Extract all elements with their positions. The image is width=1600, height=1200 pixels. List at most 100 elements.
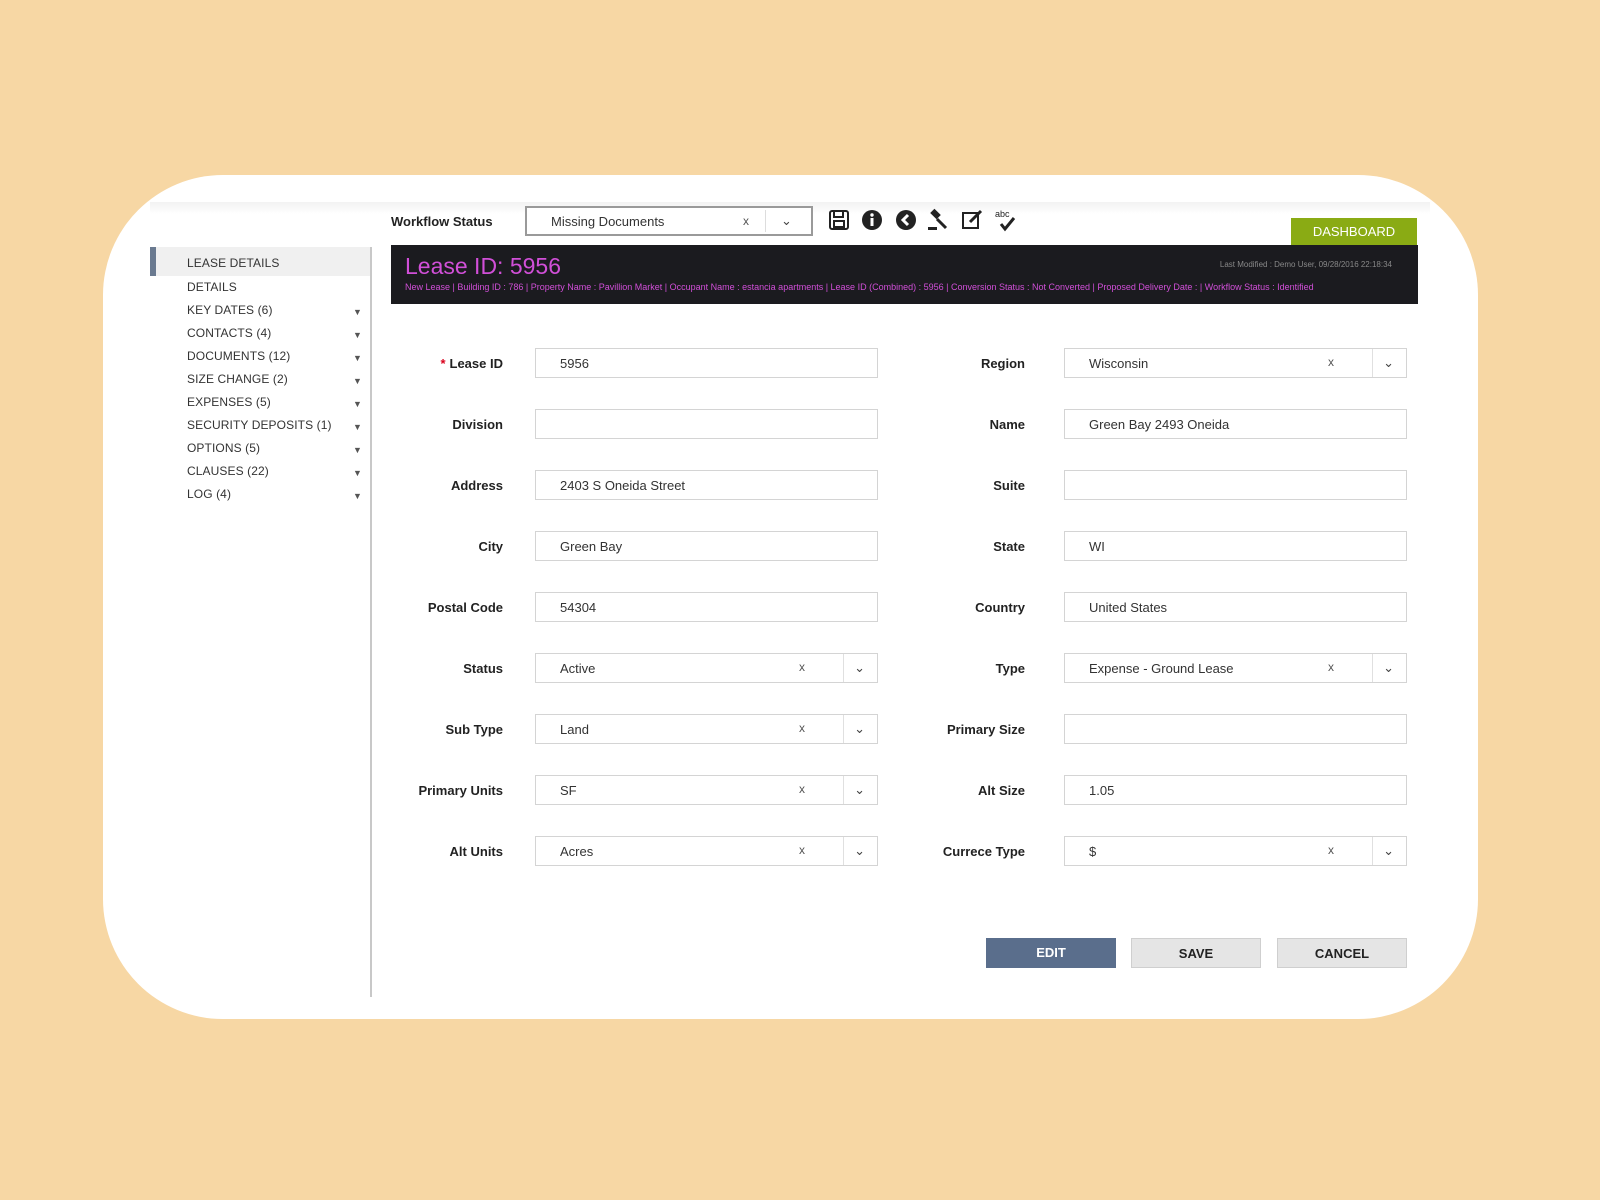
save-icon[interactable] <box>827 208 851 232</box>
text-field[interactable]: 5956 <box>535 348 878 378</box>
field-value: Land <box>560 722 589 737</box>
field-label-text: Country <box>975 600 1025 615</box>
field-label: * Lease ID <box>353 356 503 371</box>
field-value: Wisconsin <box>1089 356 1149 371</box>
sidebar-item-4[interactable]: DOCUMENTS (12) ▼ <box>150 345 370 368</box>
field-label: Postal Code <box>353 600 503 615</box>
text-field[interactable]: United States <box>1064 592 1407 622</box>
spellcheck-text: abc <box>995 209 1010 219</box>
sidebar-item-10[interactable]: LOG (4) ▼ <box>150 483 370 506</box>
chevron-down-icon[interactable]: ⌄ <box>1383 355 1394 371</box>
text-field[interactable]: 54304 <box>535 592 878 622</box>
clear-icon[interactable]: x <box>799 843 805 857</box>
edit-button[interactable]: EDIT <box>986 938 1116 968</box>
text-field[interactable] <box>1064 714 1407 744</box>
text-field[interactable]: 2403 S Oneida Street <box>535 470 878 500</box>
field-label-text: Alt Units <box>449 844 503 859</box>
field-value: Green Bay 2493 Oneida <box>1089 417 1230 432</box>
sidebar-item-0[interactable]: LEASE DETAILS <box>150 247 370 276</box>
field-value: 54304 <box>560 600 597 615</box>
sidebar-item-label: LEASE DETAILS <box>187 256 280 270</box>
clear-icon[interactable]: x <box>1328 660 1334 674</box>
workflow-status-select[interactable]: Missing Documents x ⌄ <box>525 206 813 236</box>
field-value: Active <box>560 661 596 676</box>
field-label-text: Sub Type <box>445 722 503 737</box>
field-value: 5956 <box>560 356 589 371</box>
field-label: Suite <box>875 478 1025 493</box>
field-label: Status <box>353 661 503 676</box>
caret-down-icon[interactable]: ▼ <box>353 370 362 393</box>
clear-icon[interactable]: x <box>799 782 805 796</box>
sidebar-item-5[interactable]: SIZE CHANGE (2) ▼ <box>150 368 370 391</box>
sidebar-item-9[interactable]: CLAUSES (22) ▼ <box>150 460 370 483</box>
field-value: Acres <box>560 844 594 859</box>
text-field[interactable] <box>535 409 878 439</box>
select-field[interactable]: Land x ⌄ <box>535 714 878 744</box>
field-label: State <box>875 539 1025 554</box>
save-button[interactable]: SAVE <box>1131 938 1261 968</box>
chevron-down-icon[interactable]: ⌄ <box>1383 660 1394 676</box>
dashboard-button[interactable]: DASHBOARD <box>1291 218 1417 246</box>
edit-icon[interactable] <box>960 208 984 232</box>
field-label: Division <box>353 417 503 432</box>
field-label: Region <box>875 356 1025 371</box>
sidebar-item-7[interactable]: SECURITY DEPOSITS (1) ▼ <box>150 414 370 437</box>
field-label-text: Region <box>980 356 1025 371</box>
field-label: Address <box>353 478 503 493</box>
divider <box>843 654 844 682</box>
select-field[interactable]: SF x ⌄ <box>535 775 878 805</box>
field-label-text: Division <box>452 417 503 432</box>
select-field[interactable]: Expense - Ground Lease x ⌄ <box>1064 653 1407 683</box>
caret-down-icon[interactable]: ▼ <box>353 393 362 416</box>
text-field[interactable]: Green Bay <box>535 531 878 561</box>
sidebar-item-2[interactable]: KEY DATES (6) ▼ <box>150 299 370 322</box>
sidebar-item-8[interactable]: OPTIONS (5) ▼ <box>150 437 370 460</box>
chevron-down-icon[interactable]: ⌄ <box>1383 843 1394 859</box>
divider <box>843 715 844 743</box>
chevron-down-icon[interactable]: ⌄ <box>781 213 792 229</box>
spellcheck-icon[interactable]: abc <box>993 208 1017 232</box>
clear-icon[interactable]: x <box>799 721 805 735</box>
field-label: Country <box>875 600 1025 615</box>
cancel-button[interactable]: CANCEL <box>1277 938 1407 968</box>
sidebar-item-label: SIZE CHANGE (2) <box>187 372 288 386</box>
select-field[interactable]: Active x ⌄ <box>535 653 878 683</box>
back-icon[interactable] <box>894 208 918 232</box>
text-field[interactable] <box>1064 470 1407 500</box>
sidebar-item-label: DOCUMENTS (12) <box>187 349 291 363</box>
caret-down-icon[interactable]: ▼ <box>353 439 362 462</box>
gavel-icon[interactable] <box>926 208 950 232</box>
field-value: 1.05 <box>1089 783 1115 798</box>
clear-icon[interactable]: x <box>743 214 749 228</box>
clear-icon[interactable]: x <box>1328 843 1334 857</box>
text-field[interactable]: Green Bay 2493 Oneida <box>1064 409 1407 439</box>
text-field[interactable]: 1.05 <box>1064 775 1407 805</box>
chevron-down-icon[interactable]: ⌄ <box>854 660 865 676</box>
sidebar-item-6[interactable]: EXPENSES (5) ▼ <box>150 391 370 414</box>
chevron-down-icon[interactable]: ⌄ <box>854 843 865 859</box>
clear-icon[interactable]: x <box>1328 355 1334 369</box>
sidebar-item-1[interactable]: DETAILS <box>150 276 370 299</box>
sidebar-item-3[interactable]: CONTACTS (4) ▼ <box>150 322 370 345</box>
caret-down-icon[interactable]: ▼ <box>353 324 362 347</box>
field-label: Type <box>875 661 1025 676</box>
info-icon[interactable] <box>860 208 884 232</box>
field-label-text: Address <box>450 478 503 493</box>
caret-down-icon[interactable]: ▼ <box>353 301 362 324</box>
text-field[interactable]: WI <box>1064 531 1407 561</box>
select-field[interactable]: $ x ⌄ <box>1064 836 1407 866</box>
divider <box>1372 837 1373 865</box>
field-label-text: Alt Size <box>978 783 1025 798</box>
chevron-down-icon[interactable]: ⌄ <box>854 721 865 737</box>
field-label-text: Type <box>995 661 1025 676</box>
select-field[interactable]: Acres x ⌄ <box>535 836 878 866</box>
sidebar-item-label: KEY DATES (6) <box>187 303 273 317</box>
clear-icon[interactable]: x <box>799 660 805 674</box>
lease-header: Lease ID: 5956 Last Modified : Demo User… <box>391 245 1418 304</box>
chevron-down-icon[interactable]: ⌄ <box>854 782 865 798</box>
divider <box>843 837 844 865</box>
select-field[interactable]: Wisconsin x ⌄ <box>1064 348 1407 378</box>
sidebar-item-label: SECURITY DEPOSITS (1) <box>187 418 332 432</box>
sidebar-item-label: DETAILS <box>187 280 237 294</box>
lease-meta: New Lease | Building ID : 786 | Property… <box>405 282 1314 292</box>
